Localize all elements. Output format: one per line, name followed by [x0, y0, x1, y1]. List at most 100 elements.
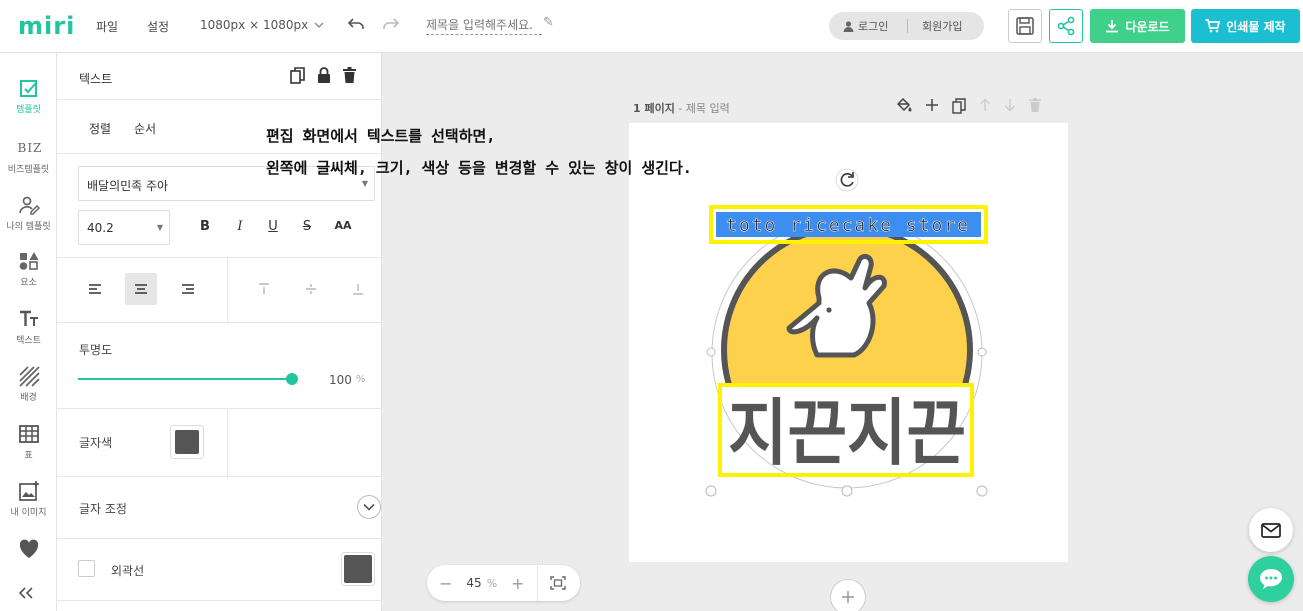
- tutorial-annotation: 편집 화면에서 텍스트를 선택하면, 왼쪽에 글씨체, 크기, 색상 등을 변경…: [266, 120, 692, 184]
- align-left-button[interactable]: [79, 273, 111, 305]
- print-order-button[interactable]: 인쇄물 제작: [1191, 9, 1300, 43]
- outline-color-fill: [344, 555, 372, 583]
- zoom-unit: %: [486, 576, 498, 590]
- divider: [57, 538, 382, 539]
- align-middle-button[interactable]: [295, 273, 327, 305]
- paint-bucket-icon[interactable]: [897, 98, 912, 113]
- bold-button[interactable]: B: [195, 219, 215, 234]
- divider: [57, 257, 382, 258]
- annotation-line-2: 왼쪽에 글씨체, 크기, 색상 등을 변경할 수 있는 창이 생긴다.: [266, 159, 692, 177]
- heart-icon: [19, 539, 38, 558]
- move-up-icon[interactable]: [979, 98, 991, 112]
- nav-item-favorites[interactable]: [0, 538, 57, 563]
- text-adjust-label: 글자 조정: [79, 502, 127, 516]
- nav-item-background[interactable]: 배경: [0, 365, 57, 403]
- undo-button[interactable]: [345, 14, 367, 36]
- zoom-out-button[interactable]: −: [439, 574, 452, 593]
- opacity-value: 100: [329, 373, 352, 387]
- download-button[interactable]: 다운로드: [1090, 9, 1185, 43]
- font-size-value: 40.2: [87, 221, 114, 235]
- divider: [57, 408, 382, 409]
- outline-color-swatch[interactable]: [341, 552, 375, 586]
- tab-align[interactable]: 정렬: [89, 120, 111, 137]
- user-icon: [843, 20, 854, 32]
- panel-title: 텍스트: [79, 72, 113, 86]
- nav-item-my-template[interactable]: 나의 템플릿: [0, 194, 57, 232]
- nav-item-biz[interactable]: BIZ 비즈템플릿: [0, 137, 57, 175]
- nav-label-table: 표: [24, 451, 33, 461]
- nav-item-elements[interactable]: 요소: [0, 250, 57, 288]
- page-title[interactable]: - 제목 입력: [675, 102, 729, 115]
- underline-button[interactable]: U: [263, 219, 283, 234]
- artboard[interactable]: toto ricecake store 지끈지끈: [629, 123, 1068, 562]
- save-button[interactable]: [1008, 9, 1042, 43]
- text-adjust-expand-button[interactable]: [357, 495, 381, 519]
- text-icon: [19, 310, 38, 326]
- text-case-button[interactable]: AA: [330, 219, 356, 232]
- table-icon: [18, 425, 39, 443]
- share-icon: [1057, 16, 1075, 36]
- opacity-slider-thumb[interactable]: [286, 373, 298, 385]
- nav-item-template[interactable]: 템플릿: [0, 77, 57, 115]
- strikethrough-button[interactable]: S: [297, 219, 317, 234]
- logo-english-text[interactable]: toto ricecake store: [726, 215, 970, 237]
- print-order-label: 인쇄물 제작: [1226, 19, 1286, 34]
- chat-button[interactable]: [1248, 556, 1294, 602]
- nav-item-table[interactable]: 표: [0, 423, 57, 461]
- panel-header-actions: [290, 67, 356, 84]
- add-page-button[interactable]: [830, 579, 866, 611]
- font-size-dropdown[interactable]: 40.2 ▼: [78, 210, 170, 245]
- outline-checkbox[interactable]: [78, 560, 95, 577]
- trash-icon[interactable]: [343, 67, 356, 83]
- document-title-input[interactable]: [426, 16, 542, 35]
- login-button[interactable]: 로그인: [829, 18, 907, 34]
- menu-settings[interactable]: 설정: [147, 18, 169, 35]
- plus-icon: [842, 591, 854, 603]
- add-icon[interactable]: [925, 98, 939, 112]
- lock-icon[interactable]: [317, 67, 331, 84]
- align-middle-icon: [306, 284, 316, 294]
- miri-logo[interactable]: miri: [18, 12, 75, 40]
- align-top-button[interactable]: [248, 273, 280, 305]
- signup-button[interactable]: 회원가입: [908, 18, 962, 34]
- duplicate-page-icon[interactable]: [952, 98, 966, 114]
- nav-label-my-template: 나의 템플릿: [6, 222, 51, 232]
- zoom-value[interactable]: 45: [466, 576, 481, 590]
- italic-button[interactable]: I: [230, 219, 250, 234]
- chevron-down-icon: [363, 503, 375, 511]
- chat-icon: [1260, 569, 1282, 589]
- contact-mail-button[interactable]: [1249, 508, 1293, 552]
- pencil-icon: ✎: [543, 15, 554, 30]
- text-color-swatch[interactable]: [170, 425, 204, 459]
- text-color-fill: [175, 430, 199, 454]
- undo-icon: [347, 18, 364, 29]
- zoom-control: − 45 % +: [427, 565, 580, 601]
- font-family-value: 배달의민족 주아: [87, 179, 169, 193]
- redo-button[interactable]: [380, 14, 402, 36]
- copy-icon[interactable]: [290, 67, 305, 84]
- nav-label-my-image: 내 이미지: [10, 508, 47, 518]
- collapse-nav-button[interactable]: [18, 584, 34, 603]
- canvas-size-dropdown[interactable]: 1080px × 1080px: [200, 18, 324, 32]
- nav-item-my-image[interactable]: 내 이미지: [0, 480, 57, 518]
- nav-label-text: 텍스트: [16, 336, 41, 346]
- zoom-in-button[interactable]: +: [511, 574, 524, 593]
- share-button[interactable]: [1049, 9, 1083, 43]
- delete-page-icon[interactable]: [1029, 98, 1041, 112]
- outline-label: 외곽선: [111, 564, 145, 578]
- align-right-button[interactable]: [172, 273, 204, 305]
- rotate-handle[interactable]: [835, 168, 859, 192]
- nav-item-text[interactable]: 텍스트: [0, 308, 57, 346]
- align-center-button[interactable]: [125, 273, 157, 305]
- opacity-slider-track[interactable]: [78, 378, 292, 380]
- move-down-icon[interactable]: [1004, 98, 1016, 112]
- my-template-icon: [18, 196, 40, 215]
- logo-korean-text[interactable]: 지끈지끈: [728, 391, 966, 475]
- align-bottom-button[interactable]: [342, 273, 374, 305]
- save-icon: [1016, 17, 1034, 35]
- menu-file[interactable]: 파일: [96, 18, 118, 35]
- divider: [57, 600, 382, 601]
- tab-order[interactable]: 순서: [134, 120, 156, 137]
- fit-screen-icon[interactable]: [549, 576, 566, 590]
- page-number: 1 페이지: [633, 102, 675, 115]
